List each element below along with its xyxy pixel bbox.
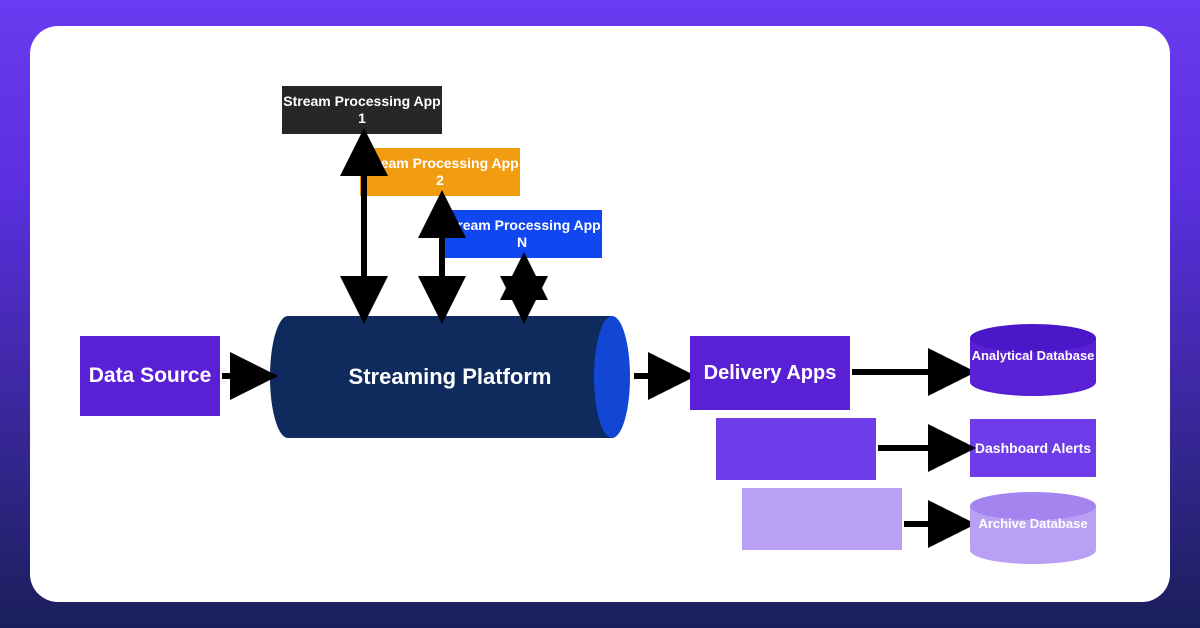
delivery-apps-box-2 xyxy=(716,418,876,480)
streaming-platform-label: Streaming Platform xyxy=(270,316,630,438)
data-source-box: Data Source xyxy=(80,336,220,416)
dashboard-alerts-label: Dashboard Alerts xyxy=(975,440,1091,457)
streaming-platform-cylinder: Streaming Platform xyxy=(270,316,630,438)
stream-processing-app-n: Stream Processing App N xyxy=(442,210,602,258)
diagram-canvas: Data Source Streaming Platform Stream Pr… xyxy=(30,26,1170,602)
data-source-label: Data Source xyxy=(89,363,212,388)
delivery-apps-box-1: Delivery Apps xyxy=(690,336,850,410)
delivery-apps-box-3 xyxy=(742,488,902,550)
app1-label: Stream Processing App 1 xyxy=(282,93,442,127)
archive-database: Archive Database xyxy=(970,492,1096,572)
archive-db-label: Archive Database xyxy=(970,516,1096,532)
analytical-db-label: Analytical Database xyxy=(970,348,1096,364)
analytical-database: Analytical Database xyxy=(970,324,1096,404)
app3-label: Stream Processing App N xyxy=(442,217,602,251)
delivery-apps-label: Delivery Apps xyxy=(704,361,837,385)
stream-processing-app-1: Stream Processing App 1 xyxy=(282,86,442,134)
dashboard-alerts-box: Dashboard Alerts xyxy=(970,419,1096,477)
stream-processing-app-2: Stream Processing App 2 xyxy=(360,148,520,196)
app2-label: Stream Processing App 2 xyxy=(360,155,520,189)
